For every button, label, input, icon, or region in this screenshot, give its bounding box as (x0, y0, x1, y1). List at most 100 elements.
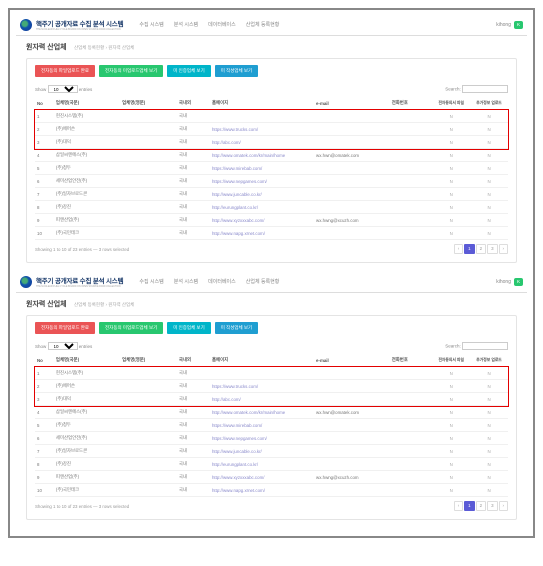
cell-name-kor: (주)에머슨 (54, 380, 120, 393)
th-domestic[interactable]: 국내외 (177, 97, 210, 110)
th-consent-file[interactable]: 전자동의서 파일 (432, 354, 470, 367)
table-row[interactable]: 10(주)국민테크국내http://www.napg.xrnet.com/NN (35, 484, 508, 497)
filter-btn-not-written[interactable]: 미 작성업체 보기 (215, 322, 258, 334)
homepage-link[interactable]: http://abc.com/ (212, 140, 241, 145)
table-row[interactable]: 7(주)일자브로드콘국내http://www.juncable.co.kr/NN (35, 445, 508, 458)
th-homepage[interactable]: 홈페이지 (210, 354, 314, 367)
table-row[interactable]: 9피앤산업(주)국내http://www.xyzxxxabc.com/wx.hw… (35, 471, 508, 484)
table-row[interactable]: 5(주)청두국내https://www.mirebab.com/NN (35, 162, 508, 175)
table-row[interactable]: 7(주)일자브로드콘국내http://www.juncable.co.kr/NN (35, 188, 508, 201)
nav-item-analyze[interactable]: 분석 시스템 (174, 21, 198, 28)
homepage-link[interactable]: https://www.trucks.com/ (212, 384, 258, 389)
th-extra-upload[interactable]: 추가정보 업로드 (470, 97, 508, 110)
th-no[interactable]: No (35, 354, 54, 367)
cell-domestic: 국내 (177, 406, 210, 419)
nav-item-industry[interactable]: 산업체 등록현황 (246, 278, 280, 285)
table-row[interactable]: 6세미산업안전(주)국내https://www.nepgames.com/NN (35, 432, 508, 445)
page-2[interactable]: 2 (476, 501, 486, 511)
cell-extra: N (470, 149, 508, 162)
filter-btn-not-certified[interactable]: 미 인증업체 보기 (167, 65, 210, 77)
homepage-link[interactable]: http://www.juncable.co.kr/ (212, 449, 262, 454)
homepage-link[interactable]: https://www.mirebab.com/ (212, 166, 262, 171)
filter-btn-not-uploaded[interactable]: 전자동의 미업로드업체 보기 (99, 65, 163, 77)
table-row[interactable]: 2(주)에머슨국내https://www.trucks.com/NN (35, 123, 508, 136)
page-2[interactable]: 2 (476, 244, 486, 254)
page-1[interactable]: 1 (464, 501, 474, 511)
homepage-link[interactable]: https://www.nepgames.com/ (212, 436, 267, 441)
homepage-link[interactable]: http://eurungplant.co.kr/ (212, 462, 258, 467)
cell-phone (390, 136, 433, 149)
entries-select[interactable]: 10 (48, 342, 78, 350)
table-row[interactable]: 1현진시스템(주)국내NN (35, 367, 508, 380)
homepage-link[interactable]: http://www.xyzxxxabc.com/ (212, 218, 264, 223)
page-prev[interactable]: ‹ (454, 244, 463, 254)
filter-btn-not-written[interactable]: 미 작성업체 보기 (215, 65, 258, 77)
cell-phone (390, 458, 433, 471)
filter-btn-uploaded[interactable]: 전자동의 파일업로드 완료 (35, 322, 95, 334)
table-row[interactable]: 6세미산업안전(주)국내https://www.nepgames.com/NN (35, 175, 508, 188)
table-row[interactable]: 4삼일씨엔에스(주)국내http://www.omatek.com/kr/mai… (35, 149, 508, 162)
homepage-link[interactable]: https://www.nepgames.com/ (212, 179, 267, 184)
th-no[interactable]: No (35, 97, 54, 110)
page-3[interactable]: 3 (487, 244, 497, 254)
homepage-link[interactable]: http://abc.com/ (212, 397, 241, 402)
nav-item-industry[interactable]: 산업체 등록현황 (246, 21, 280, 28)
homepage-link[interactable]: http://www.omatek.com/kr/main/home (212, 410, 285, 415)
th-extra-upload[interactable]: 추가정보 업로드 (470, 354, 508, 367)
th-name-eng[interactable]: 업체명(영문) (120, 97, 177, 110)
homepage-link[interactable]: https://www.trucks.com/ (212, 127, 258, 132)
homepage-link[interactable]: http://www.omatek.com/kr/main/home (212, 153, 285, 158)
filter-btn-uploaded[interactable]: 전자동의 파일업로드 완료 (35, 65, 95, 77)
homepage-link[interactable]: http://www.xyzxxxabc.com/ (212, 475, 264, 480)
cell-name-eng (120, 175, 177, 188)
th-name-kor[interactable]: 업체명(국문) (54, 97, 120, 110)
page-3[interactable]: 3 (487, 501, 497, 511)
cell-phone (390, 110, 433, 123)
nav-item-analyze[interactable]: 분석 시스템 (174, 278, 198, 285)
table-row[interactable]: 10(주)국민테크국내http://www.napg.xrnet.com/NN (35, 227, 508, 240)
nav-item-database[interactable]: 데이터베이스 (208, 21, 236, 28)
cell-email (314, 445, 390, 458)
table-row[interactable]: 1현진시스템(주)국내NN (35, 110, 508, 123)
user-menu[interactable]: kihong K (496, 21, 523, 29)
search-input[interactable] (462, 342, 508, 350)
filter-btn-not-uploaded[interactable]: 전자동의 미업로드업체 보기 (99, 322, 163, 334)
th-homepage[interactable]: 홈페이지 (210, 97, 314, 110)
th-email[interactable]: e-mail (314, 354, 390, 367)
nav-item-database[interactable]: 데이터베이스 (208, 278, 236, 285)
th-phone[interactable]: 전화번호 (390, 97, 433, 110)
user-menu[interactable]: kihong K (496, 278, 523, 286)
th-consent-file[interactable]: 전자동의서 파일 (432, 97, 470, 110)
page-next[interactable]: › (499, 244, 508, 254)
th-phone[interactable]: 전화번호 (390, 354, 433, 367)
table-row[interactable]: 8(주)강진국내http://eurungplant.co.kr/NN (35, 201, 508, 214)
cell-no: 2 (35, 380, 54, 393)
page-next[interactable]: › (499, 501, 508, 511)
page-prev[interactable]: ‹ (454, 501, 463, 511)
table-row[interactable]: 9피앤산업(주)국내http://www.xyzxxxabc.com/wx.hw… (35, 214, 508, 227)
homepage-link[interactable]: http://eurungplant.co.kr/ (212, 205, 258, 210)
table-row[interactable]: 8(주)강진국내http://eurungplant.co.kr/NN (35, 458, 508, 471)
th-email[interactable]: e-mail (314, 97, 390, 110)
table-row[interactable]: 4삼일씨엔에스(주)국내http://www.omatek.com/kr/mai… (35, 406, 508, 419)
homepage-link[interactable]: http://www.napg.xrnet.com/ (212, 488, 265, 493)
page-1[interactable]: 1 (464, 244, 474, 254)
cell-no: 10 (35, 227, 54, 240)
table-row[interactable]: 3(주)대덕국내http://abc.com/NN (35, 393, 508, 406)
homepage-link[interactable]: http://www.napg.xrnet.com/ (212, 231, 265, 236)
homepage-link[interactable]: https://www.mirebab.com/ (212, 423, 262, 428)
nav-item-collect[interactable]: 수집 시스템 (139, 21, 163, 28)
cell-name-eng (120, 393, 177, 406)
th-domestic[interactable]: 국내외 (177, 354, 210, 367)
th-name-kor[interactable]: 업체명(국문) (54, 354, 120, 367)
table-row[interactable]: 5(주)청두국내https://www.mirebab.com/NN (35, 419, 508, 432)
search-input[interactable] (462, 85, 508, 93)
nav-item-collect[interactable]: 수집 시스템 (139, 278, 163, 285)
cell-homepage: http://www.omatek.com/kr/main/home (210, 149, 314, 162)
table-row[interactable]: 2(주)에머슨국내https://www.trucks.com/NN (35, 380, 508, 393)
homepage-link[interactable]: http://www.juncable.co.kr/ (212, 192, 262, 197)
filter-btn-not-certified[interactable]: 미 인증업체 보기 (167, 322, 210, 334)
table-row[interactable]: 3(주)대덕국내http://abc.com/NN (35, 136, 508, 149)
entries-select[interactable]: 10 (48, 85, 78, 93)
th-name-eng[interactable]: 업체명(영문) (120, 354, 177, 367)
